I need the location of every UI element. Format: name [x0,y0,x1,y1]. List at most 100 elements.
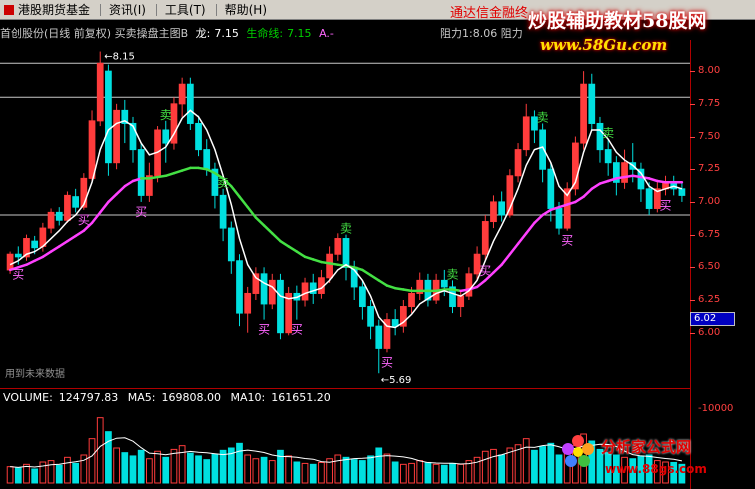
candle-down [105,70,112,164]
candle-down [219,194,227,229]
volume-bar [55,464,63,484]
life-line-segment [533,213,544,225]
volume-bar [531,449,538,484]
axis-tick-label: 7.50 [698,130,721,142]
price-axis: 8.00 7.75 7.50 7.25 7.00 6.75 6.50 6.25 6.00 -100… [690,40,755,489]
ma10-label: MA10: [230,391,266,404]
life-line-segment [49,245,61,253]
axis-line [690,40,691,489]
candle-down [72,196,80,208]
volume-bar [342,456,350,484]
volume-bar [154,450,161,484]
volume-legend: VOLUME: 124797.83 MA5: 169808.00 MA10: 1616… [3,391,337,404]
candle-up [178,83,186,105]
menu-item-tools[interactable]: 工具(T) [165,1,216,18]
arrow-indicator: A.- [319,27,334,40]
candle-down [277,279,284,334]
candle-down [645,188,653,209]
app-logo-icon [4,4,14,15]
volume-bar [121,452,129,484]
life-line-segment [246,205,258,219]
candle-down [588,83,596,124]
candle-down [604,149,612,164]
candle-up [457,295,465,308]
life-line-segment [475,279,487,289]
price-chart[interactable]: 买买买卖卖买 买卖买卖 买卖买卖买←8.15←5.69 [0,40,690,390]
candle-up [326,253,333,279]
candle-up [621,162,628,183]
security-title[interactable]: 首创股份(日线 前复权) 买卖操盘主图B [0,27,188,40]
life-line-segment [516,232,528,246]
candle-down [236,260,243,314]
menu-item-help[interactable]: 帮助(H) [225,1,277,18]
candle-down [227,227,235,262]
volume-bar [432,463,440,484]
volume-bar [203,459,211,484]
buy-signal: 买 [78,213,90,227]
candle-down [162,129,170,144]
candle-down [342,238,350,268]
volume-bar [88,438,96,484]
candle-down [186,83,194,124]
buy-signal: 买 [381,355,393,369]
volume-bar [522,438,530,484]
volume-bar [244,454,252,484]
volume-bar [457,463,465,484]
dragon-label: 龙: [195,27,211,40]
life-line-segment [230,184,241,198]
volume-bar [539,446,546,484]
sell-signal: 卖 [340,222,352,236]
volume-bar [293,461,301,484]
life-line-segment [107,192,118,204]
life-line-segment [598,179,610,185]
candle-up [113,109,120,164]
candle-up [88,120,96,179]
volume-bar [31,468,39,484]
menu-item-hk-futures[interactable]: 港股期货基金 [18,1,100,18]
candle-down [498,201,506,216]
life-line-segment [279,239,290,248]
volume-bar [318,461,325,484]
volume-bar [96,417,104,484]
sell-signal: 卖 [447,267,459,281]
candle-up [47,211,55,229]
ma5-value: 169808.00 [161,391,222,404]
volume-bar [47,460,55,484]
watermark-88gs: 分析家公式网 www.88gs.com [555,430,755,489]
axis-tick-mark [690,169,695,171]
life-value: 7.15 [287,27,312,40]
ma10-value: 161651.20 [271,391,331,404]
axis-tick-label: 6.75 [698,228,721,240]
life-line-segment [74,229,86,238]
candle-down [14,253,22,258]
candle-down [547,168,555,209]
volume-bar [391,461,399,484]
candle-up [481,221,489,255]
candle-down [195,122,202,151]
volume-bar [309,463,317,484]
ad-banner-text[interactable]: 通达信金融终 [450,2,528,21]
life-line-segment [254,216,266,227]
resist1-label: 阻力1: [440,27,473,40]
candle-down [555,207,563,229]
volume-bar [170,448,178,484]
dragon-value: 7.15 [214,27,239,40]
volume-bar [408,462,415,484]
volume-bar [23,463,30,484]
life-line-segment [500,252,512,266]
menu-item-info[interactable]: 资讯(I) [109,1,156,18]
life-line-segment [180,166,192,172]
resist2-label: 阻力 [500,27,523,40]
future-data-note: 用到未来数据 [5,369,65,380]
candle-down [359,286,366,308]
axis-tick-mark [690,71,695,73]
buy-signal: 买 [479,264,491,278]
life-line-segment [647,177,659,183]
life-line-segment [58,239,69,248]
candle-up [334,238,342,255]
buy-signal: 买 [291,323,303,337]
candle-down [391,319,399,327]
candle-down [137,149,145,196]
life-line-segment [262,224,274,235]
volume-bar [285,455,293,484]
